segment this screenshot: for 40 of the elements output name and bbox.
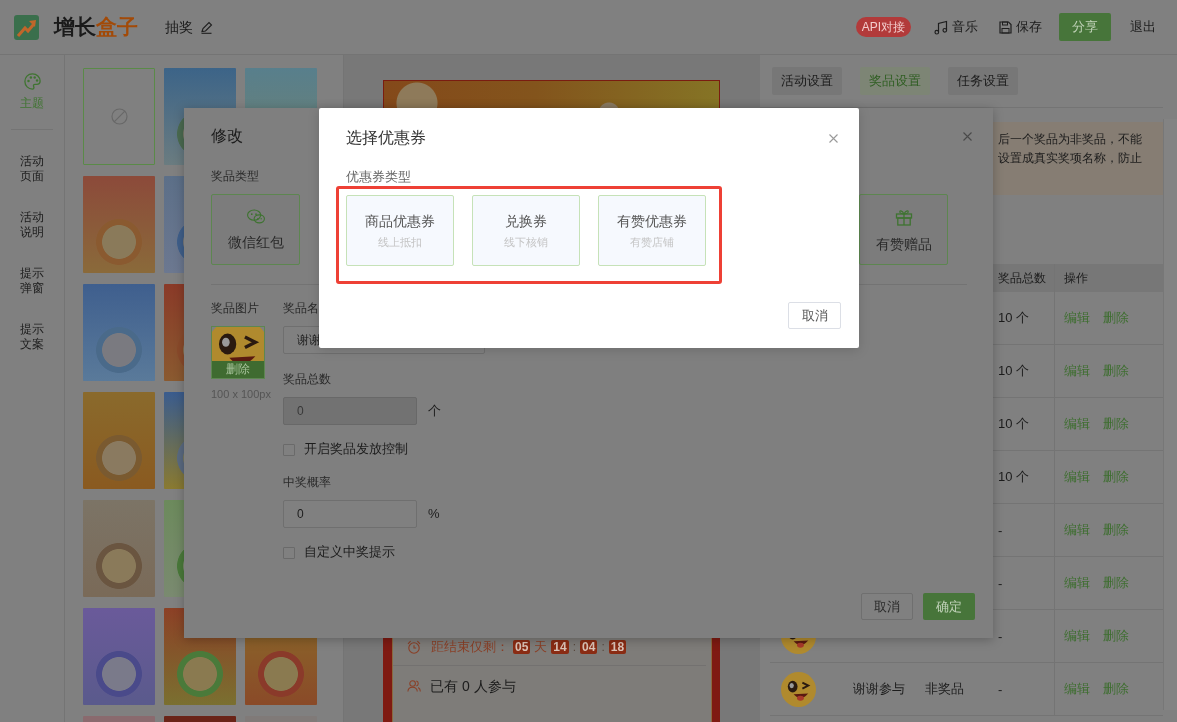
prize-name-cell: 谢谢参与 bbox=[853, 680, 905, 698]
prize-total-cell: - bbox=[998, 628, 1003, 644]
countdown-separator: : bbox=[601, 639, 605, 654]
countdown-number: 05 bbox=[513, 639, 531, 654]
dialog-title: 选择优惠券 bbox=[346, 128, 426, 148]
field-label: 中奖概率 bbox=[283, 474, 331, 490]
unit-label: % bbox=[428, 506, 440, 522]
prize-total-cell: - bbox=[998, 575, 1003, 591]
coupon-type-title: 商品优惠券 bbox=[365, 212, 435, 230]
coupon-type-title: 有赞优惠券 bbox=[617, 212, 687, 230]
field-label: 奖品总数 bbox=[283, 371, 331, 387]
coupon-type-title: 兑换券 bbox=[505, 212, 547, 230]
countdown-label: 距结束仅剩： bbox=[431, 638, 509, 655]
prize-type-label: 有赞赠品 bbox=[875, 235, 932, 252]
prize-total-cell: 10 个 bbox=[998, 362, 1030, 380]
countdown-number: 04 bbox=[580, 639, 598, 654]
prize-total-cell: - bbox=[998, 681, 1003, 697]
notice-text: 后一个奖品为非奖品，不能 bbox=[998, 131, 1142, 148]
prize-type-cell: 非奖品 bbox=[925, 680, 964, 698]
prize-total-cell: 10 个 bbox=[998, 415, 1030, 433]
logo-text: 增长盒子 bbox=[54, 14, 138, 40]
prize-type-label: 微信红包 bbox=[227, 234, 284, 250]
field-label: 奖品图片 bbox=[211, 300, 259, 316]
column-header: 操作 bbox=[1064, 269, 1088, 287]
dialog-title: 修改 bbox=[211, 126, 243, 146]
participants-text: 已有 0 人参与 bbox=[430, 677, 516, 695]
countdown-number: 14 bbox=[551, 639, 569, 654]
notice-text: 设置成真实奖项名称，防止 bbox=[998, 150, 1142, 167]
prize-total-cell: 10 个 bbox=[998, 468, 1030, 486]
prize-total-cell: 10 个 bbox=[998, 309, 1030, 327]
activity-name: 抽奖 bbox=[165, 18, 193, 36]
field-label: 奖品名 bbox=[283, 300, 319, 316]
field-label: 优惠券类型 bbox=[346, 169, 411, 185]
countdown-unit: 天 bbox=[534, 638, 548, 655]
column-header: 奖品总数 bbox=[998, 269, 1046, 287]
prize-total-cell: - bbox=[998, 522, 1003, 538]
countdown-number: 18 bbox=[608, 639, 627, 654]
unit-label: 个 bbox=[428, 403, 441, 419]
field-label: 奖品类型 bbox=[211, 168, 259, 184]
countdown-separator: : bbox=[572, 639, 577, 654]
